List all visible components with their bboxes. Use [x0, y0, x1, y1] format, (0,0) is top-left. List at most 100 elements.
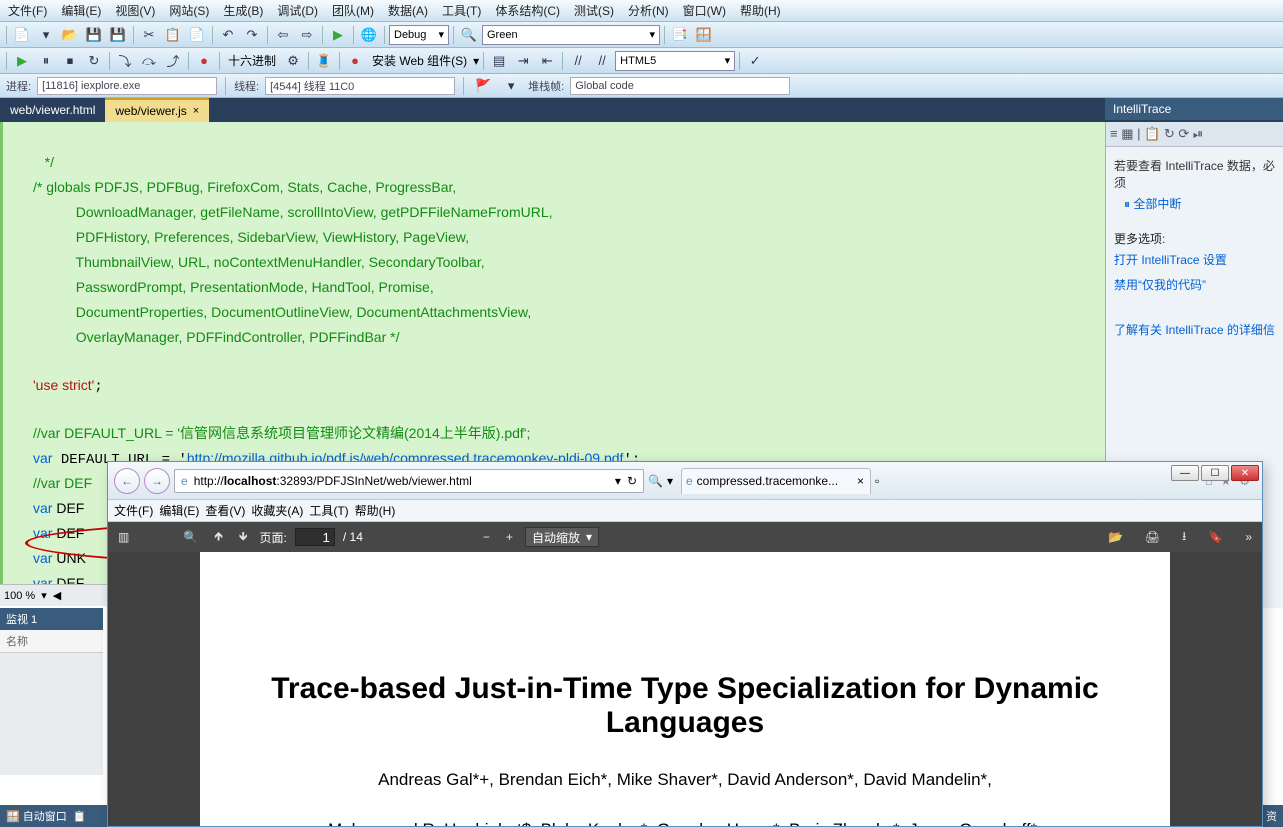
intellitrace-panel-title[interactable]: IntelliTrace: [1105, 98, 1283, 120]
menu-help[interactable]: 帮助(H): [736, 0, 785, 21]
menu-view[interactable]: 视图(V): [111, 0, 159, 21]
redo-icon[interactable]: ↷: [241, 24, 263, 46]
hex-icon[interactable]: ⚙: [282, 50, 304, 72]
scroll-left-icon[interactable]: ◀: [53, 589, 61, 602]
statusbar-res[interactable]: 资: [1266, 808, 1277, 824]
cut-icon[interactable]: ✂: [138, 24, 160, 46]
ie-tab-close-icon[interactable]: ×: [857, 474, 864, 488]
pdf-page-input[interactable]: [295, 528, 335, 546]
ie-menu-tools[interactable]: 工具(T): [309, 502, 348, 519]
watch-column-name[interactable]: 名称: [0, 630, 103, 653]
hex-label[interactable]: 十六进制: [224, 52, 280, 69]
flag-icon[interactable]: 🚩: [472, 75, 494, 97]
config-dropdown[interactable]: Debug▾: [389, 25, 449, 45]
save-all-icon[interactable]: 💾: [107, 24, 129, 46]
pdf-bookmark-icon[interactable]: 🔖: [1204, 530, 1227, 544]
ie-menu-view[interactable]: 查看(V): [205, 502, 245, 519]
pdf-zoom-in-icon[interactable]: +: [502, 530, 517, 544]
ie-back-icon[interactable]: ←: [114, 468, 140, 494]
add-item-icon[interactable]: ▾: [35, 24, 57, 46]
stack-dropdown[interactable]: Global code: [570, 77, 790, 95]
new-project-icon[interactable]: 📄: [11, 24, 33, 46]
intelli-justmycode-link[interactable]: 禁用“仅我的代码”: [1114, 272, 1275, 297]
step-over-icon[interactable]: ⤼: [138, 50, 160, 72]
close-button[interactable]: ✕: [1231, 465, 1259, 481]
uncomment-icon[interactable]: //: [591, 50, 613, 72]
nav-back-icon[interactable]: ⇦: [272, 24, 294, 46]
minimize-button[interactable]: —: [1171, 465, 1199, 481]
open-icon[interactable]: 📂: [59, 24, 81, 46]
indent-icon[interactable]: ⇥: [512, 50, 534, 72]
copy-icon[interactable]: 📋: [162, 24, 184, 46]
pdf-open-icon[interactable]: 📂: [1104, 530, 1127, 544]
stop-icon[interactable]: ⏹: [59, 50, 81, 72]
pdf-viewport[interactable]: Trace-based Just-in-Time Type Specializa…: [108, 552, 1262, 826]
menu-debug[interactable]: 调试(D): [273, 0, 322, 21]
pdf-print-icon[interactable]: 🖨: [1141, 530, 1164, 544]
save-icon[interactable]: 💾: [83, 24, 105, 46]
start-icon[interactable]: ▶: [327, 24, 349, 46]
menu-site[interactable]: 网站(S): [165, 0, 213, 21]
step-into-icon[interactable]: ⤵: [114, 50, 136, 72]
watch-panel-title[interactable]: 监视 1: [0, 608, 103, 630]
thread-dropdown[interactable]: [4544] 线程 11C0: [265, 77, 455, 95]
pause-icon[interactable]: ⏸: [35, 50, 57, 72]
statusbar-locals-icon[interactable]: 📋: [73, 810, 87, 823]
tab-viewer-js[interactable]: web/viewer.js×: [105, 98, 209, 122]
pdf-prev-icon[interactable]: 🡹: [210, 527, 227, 548]
find-icon[interactable]: 🔍: [458, 24, 480, 46]
web-dot-icon[interactable]: ●: [344, 50, 366, 72]
intelli-learn-link[interactable]: 了解有关 IntelliTrace 的详细信: [1114, 317, 1275, 342]
menu-test[interactable]: 测试(S): [570, 0, 618, 21]
pdf-zoom-out-icon[interactable]: −: [479, 530, 494, 544]
pdf-download-icon[interactable]: ⭳: [1178, 527, 1190, 548]
menu-analyze[interactable]: 分析(N): [624, 0, 673, 21]
intelli-break-all[interactable]: ⏸ 全部中断: [1124, 191, 1275, 216]
process-dropdown[interactable]: [11816] iexplore.exe: [37, 77, 217, 95]
color-dropdown[interactable]: Green▾: [482, 25, 660, 45]
menu-team[interactable]: 团队(M): [328, 0, 378, 21]
breakpoint-icon[interactable]: ●: [193, 50, 215, 72]
tab-viewer-html[interactable]: web/viewer.html: [0, 98, 105, 122]
ie-menu-file[interactable]: 文件(F): [114, 502, 153, 519]
outdent-icon[interactable]: ⇤: [536, 50, 558, 72]
doctype-dropdown[interactable]: HTML5▾: [615, 51, 735, 71]
menu-window[interactable]: 窗口(W): [679, 0, 730, 21]
threads-icon[interactable]: 🧵: [313, 50, 335, 72]
pdf-search-icon[interactable]: 🔍: [179, 530, 202, 544]
menu-data[interactable]: 数据(A): [384, 0, 432, 21]
pdf-sidebar-icon[interactable]: ▥: [114, 530, 133, 544]
maximize-button[interactable]: ☐: [1201, 465, 1229, 481]
restart-icon[interactable]: ↻: [83, 50, 105, 72]
thread-filter-icon[interactable]: ▾: [500, 75, 522, 97]
close-icon[interactable]: ×: [193, 105, 199, 117]
pdf-more-icon[interactable]: »: [1241, 530, 1256, 544]
statusbar-autowin[interactable]: 🪟 自动窗口: [6, 808, 67, 824]
solution-icon[interactable]: 📑: [669, 24, 691, 46]
ie-address-bar[interactable]: e http://localhost:32893/PDFJSInNet/web/…: [174, 469, 644, 493]
step-out-icon[interactable]: ⤴: [162, 50, 184, 72]
align-icon[interactable]: ▤: [488, 50, 510, 72]
ie-refresh-icon[interactable]: ↻: [627, 474, 637, 488]
pdf-zoom-dropdown[interactable]: 自动缩放▾: [525, 527, 599, 547]
nav-fwd-icon[interactable]: ⇨: [296, 24, 318, 46]
ie-menu-fav[interactable]: 收藏夹(A): [251, 502, 303, 519]
ie-search-icon[interactable]: 🔍: [648, 474, 663, 488]
properties-icon[interactable]: 🪟: [693, 24, 715, 46]
ie-menu-help[interactable]: 帮助(H): [355, 502, 396, 519]
menu-edit[interactable]: 编辑(E): [57, 0, 105, 21]
menu-build[interactable]: 生成(B): [219, 0, 267, 21]
ie-page-tab[interactable]: e compressed.tracemonke... ×: [681, 468, 871, 494]
menu-tools[interactable]: 工具(T): [438, 0, 485, 21]
undo-icon[interactable]: ↶: [217, 24, 239, 46]
intelli-settings-link[interactable]: 打开 IntelliTrace 设置: [1114, 247, 1275, 272]
continue-icon[interactable]: ▶: [11, 50, 33, 72]
ie-forward-icon[interactable]: →: [144, 468, 170, 494]
paste-icon[interactable]: 📄: [186, 24, 208, 46]
validate-icon[interactable]: ✓: [744, 50, 766, 72]
comment-icon[interactable]: //: [567, 50, 589, 72]
pdf-next-icon[interactable]: 🡻: [235, 527, 252, 548]
menu-arch[interactable]: 体系结构(C): [491, 0, 564, 21]
install-web-label[interactable]: 安装 Web 组件(S): [368, 52, 471, 69]
zoom-value[interactable]: 100 %: [4, 590, 35, 602]
